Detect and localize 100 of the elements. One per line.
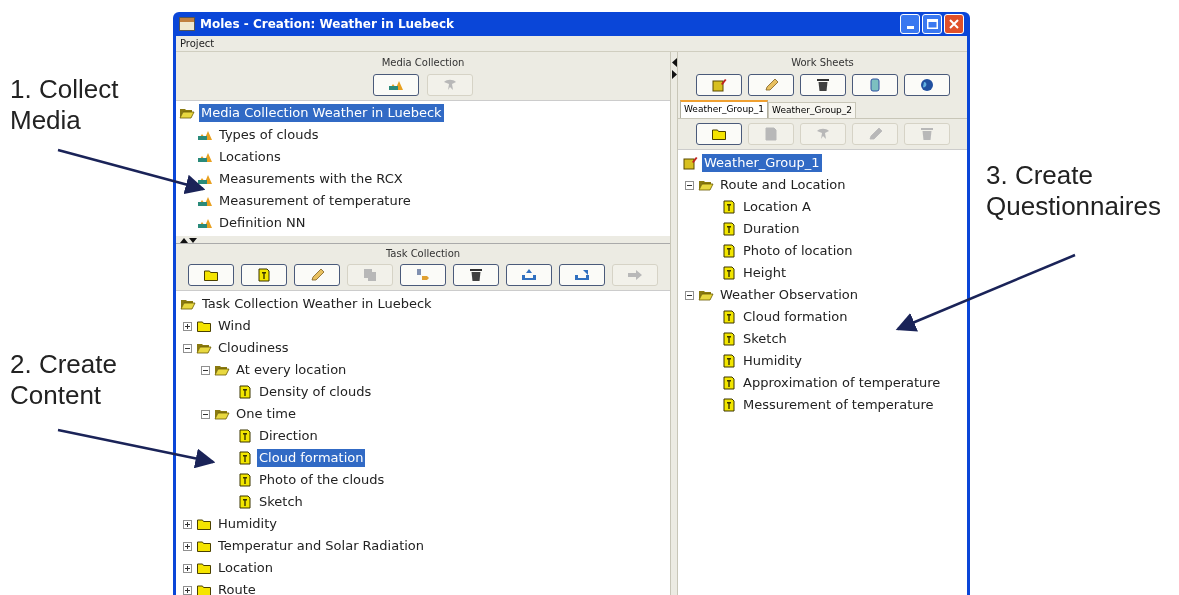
tree-item[interactable]: Locations [217,148,283,166]
maximize-button[interactable] [922,14,942,34]
document-icon [721,376,737,390]
document-icon [237,451,253,465]
minimize-icon [906,26,914,29]
tree-item[interactable]: Definition NN [217,214,308,232]
tree-item[interactable]: Humidity [216,515,279,533]
tree-item[interactable]: Messurement of temperature [741,396,936,414]
folder-icon [196,583,212,595]
toolbar-button[interactable] [400,264,446,286]
minimize-button[interactable] [900,14,920,34]
tree-item[interactable]: Types of clouds [217,126,321,144]
notepad-icon [682,156,698,170]
toolbar-button[interactable] [695,123,742,145]
toolbar-button[interactable] [747,74,794,96]
document-icon [721,310,737,324]
tree-item[interactable]: Cloud formation [257,449,366,467]
toolbar-button[interactable] [188,264,234,286]
toolbar-button[interactable] [506,264,552,286]
tree-item[interactable]: Measurements with the RCX [217,170,405,188]
tree-item[interactable]: Density of clouds [257,383,374,401]
panel-title: Work Sheets [791,56,854,70]
pencil-icon [309,268,325,282]
expand-icon[interactable] [183,563,192,573]
splitter-arrows-icon[interactable] [180,236,198,243]
expand-icon[interactable] [183,519,192,529]
trash-icon [814,78,831,92]
annotation-label: 3. Create Questionnaires [985,160,1162,222]
tree-item[interactable]: Cloudiness [216,339,291,357]
document-icon [721,222,737,236]
tree-item[interactable]: Photo of location [741,242,855,260]
toolbar-button[interactable] [799,74,846,96]
open-folder-icon [214,363,230,377]
annotation-label: 1. Collect Media [9,74,120,136]
toolbar-button[interactable] [294,264,340,286]
app-icon [179,17,195,31]
notepad-icon [710,78,727,92]
document-icon [237,473,253,487]
collapse-icon[interactable] [685,290,694,300]
tree-item[interactable]: Temperatur and Solar Radiation [216,537,427,555]
collapse-icon[interactable] [201,365,210,375]
tab[interactable]: Weather_Group_2 [768,102,857,118]
pencil-icon [762,78,779,92]
document-icon [762,127,779,141]
tree-item[interactable]: Duration [741,220,802,238]
toolbar-button[interactable] [453,264,499,286]
toolbar-button[interactable] [851,74,898,96]
tree-item[interactable]: Direction [257,427,320,445]
open-folder-icon [196,341,212,355]
expand-icon[interactable] [183,541,192,551]
collapse-icon[interactable] [685,180,694,190]
tree-item[interactable]: Location [216,559,275,577]
document-icon [721,354,737,368]
expand-icon[interactable] [183,321,192,331]
tree-item[interactable]: One time [234,405,298,423]
toolbar-button[interactable] [903,74,950,96]
tree-item[interactable]: Media Collection Weather in Luebeck [199,104,444,122]
document-icon [721,332,737,346]
tree-item[interactable]: Route [216,581,258,595]
tree-item[interactable]: Photo of the clouds [257,471,387,489]
panel-title: Media Collection [381,56,465,70]
tree-item[interactable]: Route and Location [718,176,848,194]
document-icon [721,266,737,280]
tree-item[interactable]: Weather_Group_1 [702,154,822,172]
tree-item[interactable]: Sketch [741,330,789,348]
folder-icon [203,268,219,282]
tree-item[interactable]: Humidity [741,352,804,370]
open-folder-icon [179,106,195,120]
tree-item[interactable]: At every location [234,361,349,379]
collapse-icon[interactable] [201,409,210,419]
tree-item[interactable]: Wind [216,317,253,335]
folder-icon [710,127,727,141]
tree-item[interactable]: Location A [741,198,813,216]
tree-item[interactable]: Measurement of temperature [217,192,413,210]
toolbar-button[interactable] [559,264,605,286]
collapse-icon[interactable] [183,343,192,353]
folder-icon [196,561,212,575]
document-icon [237,495,253,509]
tree-item[interactable]: Task Collection Weather in Luebeck [200,295,434,313]
tree-item[interactable]: Cloud formation [741,308,850,326]
splitter-arrows-icon[interactable] [671,58,677,80]
tree-item[interactable]: Sketch [257,493,305,511]
toolbar-button[interactable] [241,264,287,286]
tree-item[interactable]: Approximation of temperature [741,374,943,392]
tab[interactable]: Weather_Group_1 [680,100,769,118]
tray-up-icon [521,268,537,282]
expand-icon[interactable] [183,585,192,595]
tree-item[interactable]: Weather Observation [718,286,861,304]
maximize-icon [926,19,938,29]
close-button[interactable] [944,14,964,34]
toolbar-button[interactable] [373,74,419,96]
annotation-label: 2. Create Content [9,349,118,411]
panel-title: Task Collection [385,247,461,261]
menu-item[interactable]: Project [180,36,215,51]
open-folder-icon [214,407,230,421]
toolbar-button[interactable] [695,74,742,96]
folder-icon [196,319,212,333]
tree-item[interactable]: Height [741,264,788,282]
document-icon [721,200,737,214]
document-icon [237,385,253,399]
